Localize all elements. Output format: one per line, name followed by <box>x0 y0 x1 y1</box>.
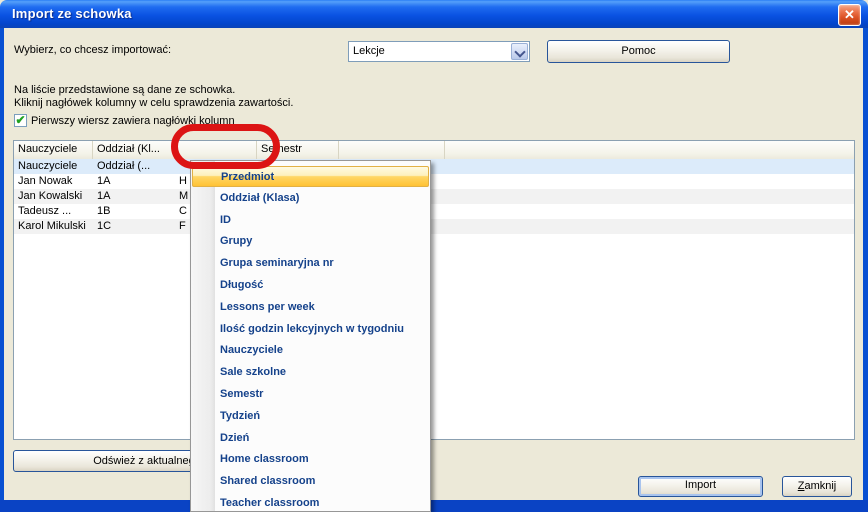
menu-item-home-classroom[interactable]: Home classroom <box>192 449 429 470</box>
import-type-value: Lekcje <box>353 45 385 57</box>
close-button-label-rest: amknij <box>804 480 836 492</box>
column-header[interactable]: Oddział (Kl... <box>93 141 175 159</box>
table-cell: Jan Kowalski <box>18 190 82 202</box>
table-row[interactable]: Tadeusz ... 1B C <box>14 204 854 219</box>
table-cell: M <box>179 190 188 202</box>
table-cell: Nauczyciele <box>18 160 77 172</box>
menu-item-semestr[interactable]: Semestr <box>192 384 429 405</box>
column-type-menu: PrzedmiotOddział (Klasa)IDGrupyGrupa sem… <box>190 160 431 512</box>
import-button[interactable]: Import <box>638 476 763 497</box>
chevron-down-icon <box>514 46 525 57</box>
check-icon: ✔ <box>15 113 25 127</box>
window-border-bottom <box>0 500 868 512</box>
menu-item-lessons-per-week[interactable]: Lessons per week <box>192 297 429 318</box>
clipboard-info-line1: Na liście przedstawione są dane ze schow… <box>14 84 235 96</box>
clipboard-data-table: NauczycieleOddział (Kl...Semestr Nauczyc… <box>13 140 855 440</box>
annotation-circle <box>171 124 280 169</box>
first-row-headers-checkbox[interactable]: ✔ <box>14 114 27 127</box>
window-border-right <box>863 28 868 512</box>
window-border-left <box>0 28 4 512</box>
menu-item-oddzia-klasa-[interactable]: Oddział (Klasa) <box>192 188 429 209</box>
menu-item-id[interactable]: ID <box>192 210 429 231</box>
menu-item-ilo-godzin-lekcyjnych-w-tygodniu[interactable]: Ilość godzin lekcyjnych w tygodniu <box>192 319 429 340</box>
menu-item-teacher-classroom[interactable]: Teacher classroom <box>192 493 429 512</box>
menu-item-grupy[interactable]: Grupy <box>192 231 429 252</box>
table-cell: Jan Nowak <box>18 175 72 187</box>
menu-item-przedmiot[interactable]: Przedmiot <box>192 166 429 187</box>
menu-item-sale-szkolne[interactable]: Sale szkolne <box>192 362 429 383</box>
table-row[interactable]: Jan Nowak 1A H <box>14 174 854 189</box>
column-header[interactable] <box>339 141 445 159</box>
table-cell: Karol Mikulski <box>18 220 86 232</box>
dialog-title: Import ze schowka <box>12 6 132 21</box>
table-cell: C <box>179 205 187 217</box>
menu-item-nauczyciele[interactable]: Nauczyciele <box>192 340 429 361</box>
table-cell: F <box>179 220 186 232</box>
import-type-select[interactable]: Lekcje <box>348 41 530 62</box>
help-button[interactable]: Pomoc <box>547 40 730 63</box>
menu-item-tydzie-[interactable]: Tydzień <box>192 406 429 427</box>
close-dialog-button[interactable]: Zamknij <box>782 476 852 497</box>
menu-item-d-ugo-[interactable]: Długość <box>192 275 429 296</box>
menu-item-shared-classroom[interactable]: Shared classroom <box>192 471 429 492</box>
table-header-row: NauczycieleOddział (Kl...Semestr <box>14 141 854 160</box>
table-row[interactable]: Karol Mikulski 1C F <box>14 219 854 234</box>
table-row[interactable]: Jan Kowalski 1A M <box>14 189 854 204</box>
table-cell: 1A <box>97 175 110 187</box>
table-cell: H <box>179 175 187 187</box>
column-header[interactable]: Nauczyciele <box>14 141 93 159</box>
menu-item-dzie-[interactable]: Dzień <box>192 428 429 449</box>
title-bar[interactable]: Import ze schowka <box>0 0 868 28</box>
import-dialog: Import ze schowka ✕ Wybierz, co chcesz i… <box>0 0 868 512</box>
choose-import-label: Wybierz, co chcesz importować: <box>14 44 171 56</box>
combo-dropdown-button[interactable] <box>511 43 528 60</box>
table-cell: Oddział (... <box>97 160 150 172</box>
table-row[interactable]: Nauczyciele Oddział (... <box>14 159 854 174</box>
table-cell: 1B <box>97 205 110 217</box>
close-icon: ✕ <box>844 7 855 22</box>
table-cell: 1C <box>97 220 111 232</box>
table-cell: Tadeusz ... <box>18 205 71 217</box>
table-cell: 1A <box>97 190 110 202</box>
close-button[interactable]: ✕ <box>838 4 861 26</box>
menu-item-grupa-seminaryjna-nr[interactable]: Grupa seminaryjna nr <box>192 253 429 274</box>
clipboard-info-line2: Kliknij nagłówek kolumny w celu sprawdze… <box>14 97 293 109</box>
